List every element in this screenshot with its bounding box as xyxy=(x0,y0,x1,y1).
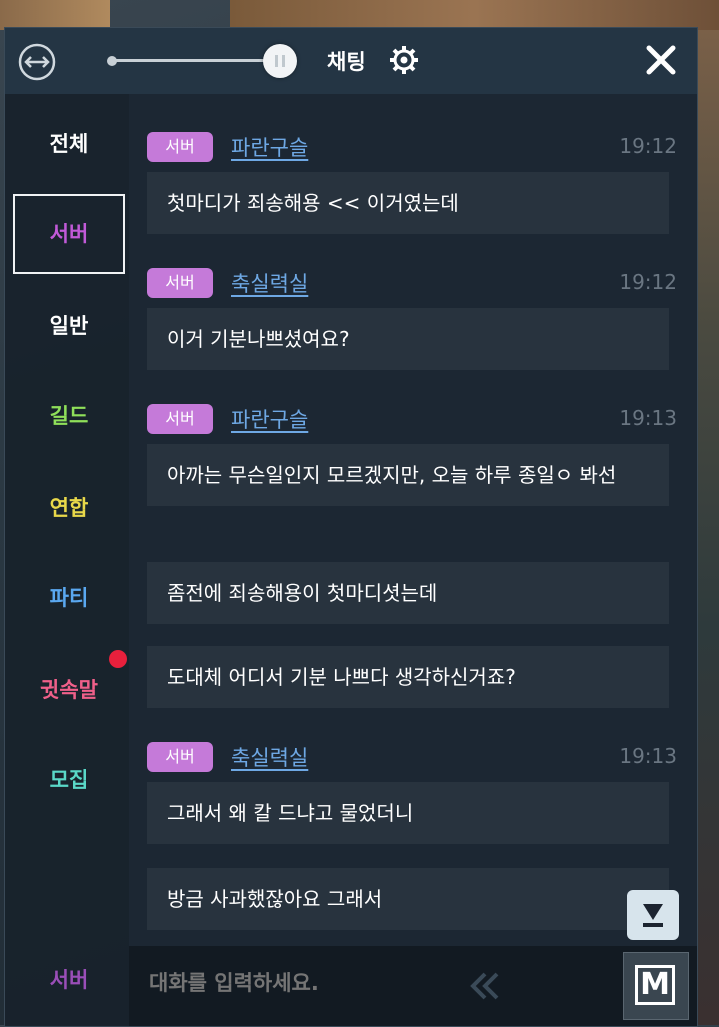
sender-name[interactable]: 축실력실 xyxy=(231,742,308,772)
message-bubble: 방금 사과했잖아요 그래서 xyxy=(147,868,669,930)
message-time: 19:13 xyxy=(619,744,677,768)
opacity-slider[interactable] xyxy=(111,59,277,62)
tab-all[interactable]: 전체 xyxy=(13,104,125,184)
message-time: 19:13 xyxy=(619,406,677,430)
tab-party[interactable]: 파티 xyxy=(13,558,125,638)
channel-badge: 서버 xyxy=(147,404,213,434)
chat-input-bar: M xyxy=(129,946,697,1026)
macro-button-label: M xyxy=(635,965,675,1005)
background-scenery xyxy=(695,30,719,1025)
message-bubble: 아까는 무슨일인지 모르겠지만, 오늘 하루 종일ㅇ 봐선 xyxy=(147,444,669,506)
tab-alliance[interactable]: 연합 xyxy=(13,468,125,548)
resize-horizontal-icon[interactable] xyxy=(17,42,57,82)
channel-badge: 서버 xyxy=(147,132,213,162)
arrow-down-icon xyxy=(643,904,663,927)
sender-name[interactable]: 축실력실 xyxy=(231,268,308,298)
sender-name[interactable]: 파란구슬 xyxy=(231,132,308,162)
tab-general[interactable]: 일반 xyxy=(13,286,125,366)
chat-title: 채팅 xyxy=(327,50,366,74)
message-time: 19:12 xyxy=(619,270,677,294)
scroll-to-bottom-button[interactable] xyxy=(627,890,679,940)
message-bubble: 그래서 왜 칼 드냐고 물었더니 xyxy=(147,782,669,844)
macro-button[interactable]: M xyxy=(623,952,689,1020)
message-header: 서버 축실력실 19:13 xyxy=(147,740,677,772)
tab-recruit[interactable]: 모집 xyxy=(13,740,125,820)
message-list[interactable]: 서버 파란구슬 19:12 첫마디가 죄송해용 << 이거였는데 서버 축실력실… xyxy=(129,94,697,946)
double-chevron-left-icon xyxy=(470,972,499,1000)
message-header: 서버 파란구슬 19:13 xyxy=(147,402,677,434)
channel-badge: 서버 xyxy=(147,268,213,298)
message-bubble: 좀전에 죄송해용이 첫마디셧는데 xyxy=(147,562,669,624)
close-icon[interactable] xyxy=(641,40,681,80)
message-bubble: 도대체 어디서 기분 나쁘다 생각하신거죠? xyxy=(147,646,669,708)
tab-server[interactable]: 서버 xyxy=(13,194,125,274)
background-scenery xyxy=(0,0,110,30)
chat-header: 채팅 xyxy=(5,28,697,94)
message-bubble: 이거 기분나쁘셨여요? xyxy=(147,308,669,370)
gear-icon[interactable] xyxy=(389,45,419,75)
tab-guild[interactable]: 길드 xyxy=(13,376,125,456)
channel-select[interactable]: 서버 xyxy=(13,964,125,994)
notification-dot xyxy=(109,650,127,668)
opacity-slider-handle[interactable] xyxy=(263,44,297,78)
channel-sidebar: 전체 서버 일반 길드 연합 파티 귓속말 모집 서버 xyxy=(5,94,129,1026)
message-header: 서버 파란구슬 19:12 xyxy=(147,130,677,162)
sender-name[interactable]: 파란구슬 xyxy=(231,404,308,434)
channel-badge: 서버 xyxy=(147,742,213,772)
tab-whisper[interactable]: 귓속말 xyxy=(13,650,125,730)
message-header: 서버 축실력실 19:12 xyxy=(147,266,677,298)
chat-window: 채팅 전체 서버 일반 길드 연합 파티 귓속말 모집 서버 서버 파란구슬 1… xyxy=(4,27,698,1027)
message-time: 19:12 xyxy=(619,134,677,158)
background-scenery xyxy=(230,0,719,30)
chat-input[interactable] xyxy=(147,970,451,996)
message-bubble: 첫마디가 죄송해용 << 이거였는데 xyxy=(147,172,669,234)
